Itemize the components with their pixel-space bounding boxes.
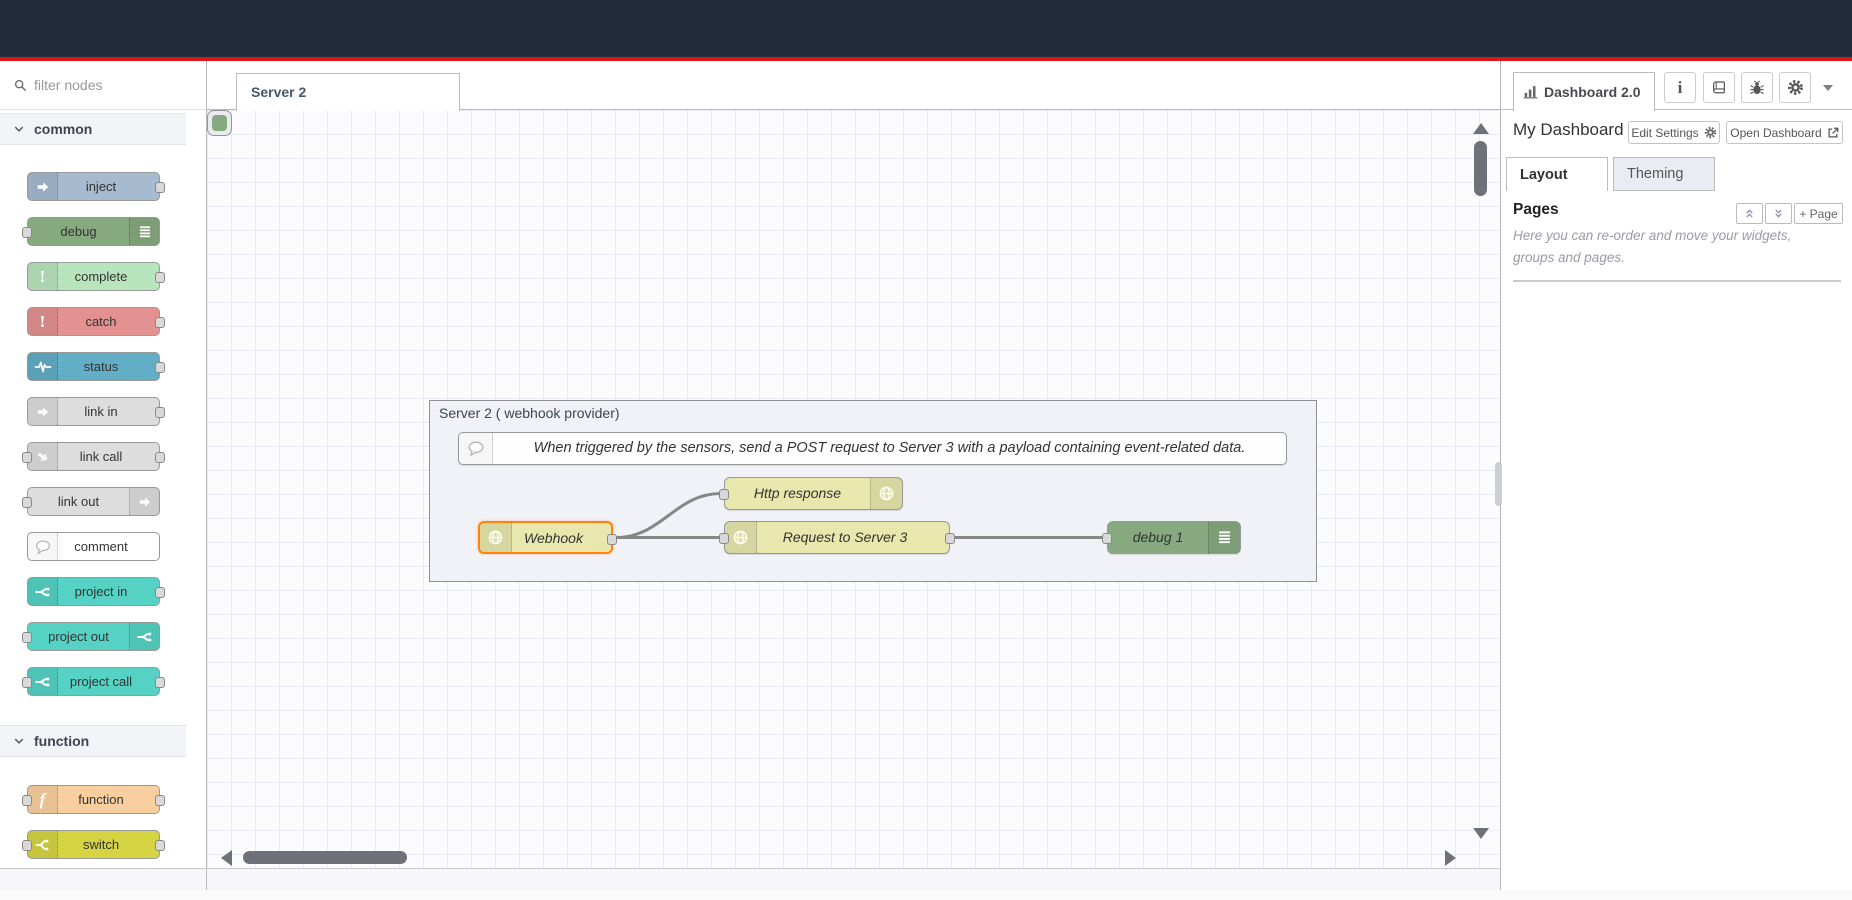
palette-node-status[interactable]: status bbox=[27, 352, 160, 381]
output-port[interactable] bbox=[155, 317, 165, 328]
dashboard-tab-theming[interactable]: Theming bbox=[1613, 157, 1715, 191]
output-port[interactable] bbox=[155, 407, 165, 418]
output-port[interactable] bbox=[607, 534, 617, 545]
page-move-up-button[interactable] bbox=[1736, 203, 1763, 224]
palette-node-project-call[interactable]: project call bbox=[27, 667, 160, 696]
palette-node-project-out[interactable]: project out bbox=[27, 622, 160, 651]
input-port[interactable] bbox=[719, 533, 729, 544]
input-port[interactable] bbox=[22, 227, 32, 238]
node-palette: common inject debug ! complete ! catch bbox=[0, 110, 207, 868]
workspace-tab-server2[interactable]: Server 2 bbox=[236, 73, 460, 111]
debug-lines-icon bbox=[1208, 522, 1240, 553]
output-port[interactable] bbox=[155, 452, 165, 463]
info-icon: i bbox=[1678, 78, 1683, 98]
palette-footer bbox=[0, 868, 207, 890]
palette-search[interactable] bbox=[0, 61, 207, 110]
canvas-footer bbox=[207, 868, 1500, 890]
output-port[interactable] bbox=[155, 362, 165, 373]
page-move-down-button[interactable] bbox=[1765, 203, 1792, 224]
input-port[interactable] bbox=[22, 497, 32, 508]
output-port[interactable] bbox=[155, 272, 165, 283]
sidebar-tab-dashboard[interactable]: Dashboard 2.0 bbox=[1513, 72, 1655, 111]
output-port[interactable] bbox=[155, 677, 165, 688]
double-chevron-up-icon bbox=[1744, 208, 1755, 219]
flow-node-http-response[interactable]: Http response bbox=[724, 477, 903, 510]
canvas-horizontal-scrollbar-thumb[interactable] bbox=[243, 851, 407, 864]
sidebar-tab-debug[interactable] bbox=[1741, 72, 1773, 103]
book-icon bbox=[1711, 80, 1727, 96]
bar-chart-icon bbox=[1523, 85, 1538, 99]
group-label: Server 2 ( webhook provider) bbox=[439, 405, 620, 421]
canvas-scroll-right-arrow[interactable] bbox=[1445, 850, 1456, 866]
palette-node-comment[interactable]: comment bbox=[27, 532, 160, 561]
input-port[interactable] bbox=[22, 677, 32, 688]
header-bar bbox=[0, 0, 1852, 57]
canvas-vertical-scrollbar-thumb[interactable] bbox=[1474, 141, 1487, 196]
sidebar-tab-config[interactable] bbox=[1779, 72, 1811, 103]
double-chevron-down-icon bbox=[1773, 208, 1784, 219]
palette-node-link-out[interactable]: link out bbox=[27, 487, 160, 516]
input-port[interactable] bbox=[719, 489, 729, 500]
canvas-scroll-down-arrow[interactable] bbox=[1473, 828, 1489, 839]
open-dashboard-button[interactable]: Open Dashboard bbox=[1726, 121, 1843, 144]
input-port[interactable] bbox=[1102, 533, 1112, 544]
output-port[interactable] bbox=[945, 533, 955, 544]
edit-settings-button[interactable]: Edit Settings bbox=[1628, 121, 1720, 144]
palette-node-function[interactable]: f function bbox=[27, 785, 160, 814]
comment-bubble-icon bbox=[459, 433, 493, 464]
palette-category-function[interactable]: function bbox=[0, 725, 186, 757]
palette-node-link-call[interactable]: link call bbox=[27, 442, 160, 471]
add-page-button[interactable]: + Page bbox=[1794, 203, 1843, 224]
search-icon bbox=[14, 79, 27, 92]
project-icon bbox=[129, 623, 159, 650]
gear-icon bbox=[1787, 79, 1804, 96]
output-port[interactable] bbox=[155, 587, 165, 598]
palette-category-common[interactable]: common bbox=[0, 113, 186, 145]
header-accent-line bbox=[0, 57, 1852, 61]
palette-node-debug[interactable]: debug bbox=[27, 217, 160, 246]
pages-section-title: Pages bbox=[1513, 201, 1559, 219]
gear-icon bbox=[1704, 126, 1717, 139]
palette-node-inject[interactable]: inject bbox=[27, 172, 160, 201]
input-port[interactable] bbox=[22, 840, 32, 851]
flow-canvas[interactable]: Server 2 ( webhook provider) When trigge… bbox=[207, 110, 1500, 868]
input-port[interactable] bbox=[22, 795, 32, 806]
comment-text: When triggered by the sensors, send a PO… bbox=[493, 433, 1286, 464]
palette-node-catch[interactable]: ! catch bbox=[27, 307, 160, 336]
link-arrow-icon bbox=[129, 488, 159, 515]
palette-node-project-in[interactable]: project in bbox=[27, 577, 160, 606]
chevron-down-icon bbox=[13, 735, 25, 747]
dashboard-title: My Dashboard bbox=[1513, 120, 1624, 140]
palette-node-complete[interactable]: ! complete bbox=[27, 262, 160, 291]
section-divider bbox=[1513, 280, 1841, 282]
flow-comment-node[interactable]: When triggered by the sensors, send a PO… bbox=[458, 432, 1287, 465]
canvas-scroll-left-arrow[interactable] bbox=[221, 850, 232, 866]
palette-search-input[interactable] bbox=[34, 77, 174, 93]
sidebar-tab-help[interactable] bbox=[1703, 72, 1735, 103]
chevron-down-icon bbox=[13, 123, 25, 135]
pages-hint-text: Here you can re-order and move your widg… bbox=[1513, 225, 1835, 270]
flow-node-webhook[interactable]: Webhook bbox=[478, 521, 613, 554]
canvas-scroll-up-arrow[interactable] bbox=[1473, 123, 1489, 134]
dashboard-tab-layout[interactable]: Layout bbox=[1506, 157, 1608, 191]
input-port[interactable] bbox=[22, 632, 32, 643]
external-link-icon bbox=[1827, 127, 1839, 139]
debug-enable-toggle[interactable] bbox=[207, 110, 232, 136]
palette-node-switch[interactable]: switch bbox=[27, 830, 160, 859]
bug-icon bbox=[1749, 80, 1765, 96]
node-red-editor: Fragile-Common-Yellowthroat-2706 Deploy … bbox=[0, 0, 1852, 900]
sidebar-tab-list-dropdown-icon[interactable] bbox=[1823, 85, 1833, 91]
input-port[interactable] bbox=[22, 452, 32, 463]
output-port[interactable] bbox=[155, 795, 165, 806]
right-sidebar: Dashboard 2.0 i My Dashboard Edit Settin… bbox=[1500, 61, 1852, 890]
flow-node-request-to-server3[interactable]: Request to Server 3 bbox=[724, 521, 950, 554]
output-port[interactable] bbox=[155, 840, 165, 851]
debug-lines-icon bbox=[129, 218, 159, 245]
sidebar-resize-handle[interactable] bbox=[1495, 462, 1502, 506]
flow-node-debug1[interactable]: debug 1 bbox=[1107, 521, 1241, 554]
sidebar-tab-info[interactable]: i bbox=[1664, 72, 1696, 103]
output-port[interactable] bbox=[155, 182, 165, 193]
globe-icon bbox=[870, 478, 902, 509]
palette-node-link-in[interactable]: link in bbox=[27, 397, 160, 426]
